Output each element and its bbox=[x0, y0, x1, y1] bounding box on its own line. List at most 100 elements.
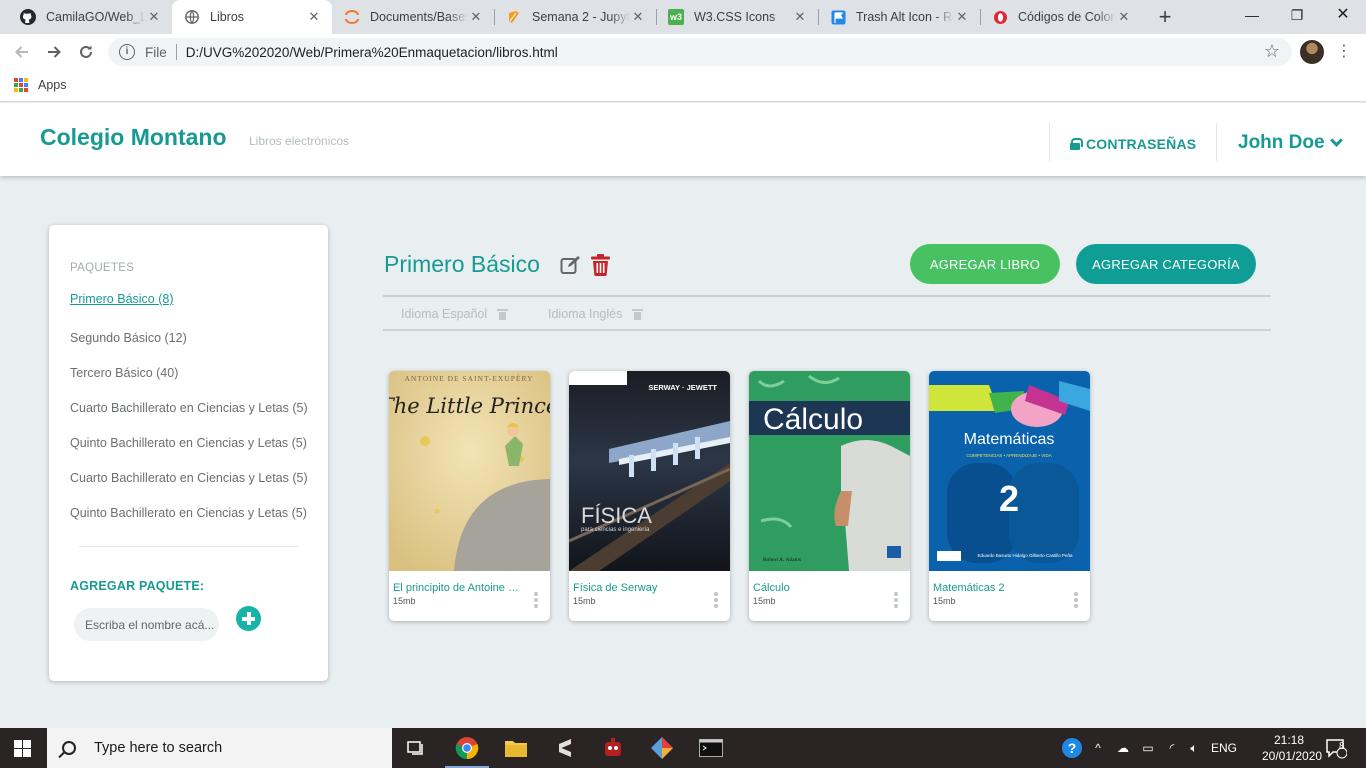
profile-avatar[interactable] bbox=[1300, 40, 1324, 64]
info-icon[interactable]: i bbox=[119, 44, 135, 60]
book-card[interactable]: ANTOINE DE SAINT-EXUPÉRY The Little Prin… bbox=[389, 371, 550, 621]
notification-count: 8 bbox=[1339, 741, 1345, 752]
add-package-plus-icon[interactable] bbox=[236, 606, 261, 631]
book-cover-little-prince[interactable]: ANTOINE DE SAINT-EXUPÉRY The Little Prin… bbox=[389, 371, 550, 571]
browser-tab-colores[interactable]: Códigos de Colore ✕ bbox=[980, 0, 1142, 34]
clock-time: 21:18 bbox=[1273, 733, 1305, 747]
sublime-text-icon[interactable] bbox=[551, 734, 579, 762]
cover-author: SERWAY · JEWETT bbox=[648, 383, 717, 392]
search-icon bbox=[62, 741, 76, 755]
passwords-link[interactable]: CONTRASEÑAS bbox=[1070, 136, 1196, 152]
battery-icon[interactable]: ▭ bbox=[1138, 728, 1158, 768]
category-label: Idioma Español bbox=[401, 307, 488, 321]
browser-tab-semana2[interactable]: Semana 2 - Jupyter ✕ bbox=[494, 0, 656, 34]
notebook-icon bbox=[506, 9, 522, 25]
user-name: John Doe bbox=[1238, 132, 1325, 153]
close-window-button[interactable]: ✕ bbox=[1320, 0, 1366, 30]
package-name-input[interactable] bbox=[74, 608, 219, 641]
chrome-icon[interactable] bbox=[445, 734, 489, 768]
sidebar-item-segundo[interactable]: Segundo Básico (12) bbox=[70, 331, 187, 345]
file-explorer-icon[interactable] bbox=[502, 734, 530, 762]
close-tab-icon[interactable]: ✕ bbox=[792, 9, 808, 25]
browser-menu-icon[interactable]: ⋮ bbox=[1336, 42, 1352, 62]
fontawesome-flag-icon bbox=[830, 9, 846, 25]
book-cover-matematicas[interactable]: Matemáticas COMPETENCIAS • APRENDIZAJE •… bbox=[929, 371, 1090, 571]
back-button[interactable] bbox=[10, 40, 34, 64]
help-icon[interactable]: ? bbox=[1060, 728, 1084, 768]
book-options-icon[interactable] bbox=[714, 592, 718, 608]
add-book-button[interactable]: AGREGAR LIBRO bbox=[910, 244, 1060, 284]
browser-tab-libros[interactable]: Libros ✕ bbox=[172, 0, 332, 34]
close-tab-icon[interactable]: ✕ bbox=[146, 9, 162, 25]
wifi-icon[interactable]: ◜ bbox=[1162, 728, 1182, 768]
sidebar-item-cuarto-2[interactable]: Cuarto Bachillerato en Ciencias y Letas … bbox=[70, 471, 308, 485]
trash-icon[interactable] bbox=[497, 308, 509, 320]
book-title[interactable]: El principito de Antoine de Saint-Exupér… bbox=[393, 582, 523, 594]
browser-tab-trash-icon[interactable]: Trash Alt Icon - Re ✕ bbox=[818, 0, 980, 34]
brand-logo[interactable]: Colegio Montano bbox=[40, 124, 227, 151]
bookmark-star-icon[interactable]: ☆ bbox=[1264, 41, 1280, 62]
terminal-icon[interactable] bbox=[697, 734, 725, 762]
tab-title: Libros bbox=[210, 10, 245, 24]
category-tab-espanol[interactable]: Idioma Español bbox=[401, 307, 509, 321]
book-title[interactable]: Física de Serway bbox=[573, 582, 703, 594]
minimize-button[interactable]: — bbox=[1229, 0, 1275, 30]
tab-title: Trash Alt Icon - Re bbox=[856, 10, 954, 24]
book-options-icon[interactable] bbox=[534, 592, 538, 608]
close-tab-icon[interactable]: ✕ bbox=[306, 9, 322, 25]
edit-icon[interactable] bbox=[560, 255, 582, 275]
git-tool-icon[interactable] bbox=[648, 734, 676, 762]
sidebar-item-cuarto[interactable]: Cuarto Bachillerato en Ciencias y Letas … bbox=[70, 401, 308, 415]
close-tab-icon[interactable]: ✕ bbox=[954, 9, 970, 25]
delete-trash-icon[interactable] bbox=[591, 254, 610, 276]
apps-bookmark[interactable]: Apps bbox=[38, 78, 67, 92]
category-bar-top-border bbox=[383, 295, 1271, 297]
taskbar-search[interactable]: Type here to search bbox=[47, 728, 392, 768]
category-tab-ingles[interactable]: Idioma Inglés bbox=[548, 307, 644, 321]
trash-icon[interactable] bbox=[632, 308, 644, 320]
book-title[interactable]: Cálculo bbox=[753, 582, 883, 594]
book-options-icon[interactable] bbox=[1074, 592, 1078, 608]
sidebar-item-quinto[interactable]: Quinto Bachillerato en Ciencias y Letas … bbox=[70, 436, 307, 450]
sidebar-item-tercero[interactable]: Tercero Básico (40) bbox=[70, 366, 178, 380]
windows-start-icon[interactable] bbox=[14, 740, 32, 757]
task-view-icon[interactable] bbox=[403, 734, 431, 762]
cover-subtitle: para ciencias e ingeniería bbox=[581, 527, 650, 533]
globe-icon bbox=[184, 9, 200, 25]
taskbar-search-placeholder: Type here to search bbox=[94, 740, 223, 756]
restore-button[interactable]: ❐ bbox=[1274, 0, 1320, 30]
language-indicator[interactable]: ENG bbox=[1206, 728, 1242, 768]
sidebar-item-primero[interactable]: Primero Básico (8) bbox=[70, 292, 174, 306]
book-cover-calculo[interactable]: Cálculo Robert A. Adams bbox=[749, 371, 910, 571]
user-menu[interactable]: John Doe bbox=[1238, 132, 1343, 154]
system-clock[interactable]: 21:18 20/01/2020 bbox=[1262, 732, 1322, 764]
new-tab-button[interactable]: + bbox=[1154, 6, 1176, 28]
sidebar-item-quinto-2[interactable]: Quinto Bachillerato en Ciencias y Letas … bbox=[70, 506, 307, 520]
volume-icon[interactable]: 🔈︎ bbox=[1184, 728, 1204, 768]
browser-tab-w3css[interactable]: w3 W3.CSS Icons ✕ bbox=[656, 0, 818, 34]
browser-tab-jupyter[interactable]: Documents/Bases ✕ bbox=[332, 0, 494, 34]
onedrive-cloud-icon[interactable]: ☁ bbox=[1112, 728, 1134, 768]
add-category-button[interactable]: AGREGAR CATEGORÍA bbox=[1076, 244, 1256, 284]
apps-grid-icon[interactable] bbox=[14, 78, 28, 92]
chevron-up-icon[interactable]: ^ bbox=[1090, 728, 1106, 768]
tab-title: Códigos de Colore bbox=[1018, 10, 1116, 24]
book-options-icon[interactable] bbox=[894, 592, 898, 608]
book-card[interactable]: Matemáticas COMPETENCIAS • APRENDIZAJE •… bbox=[929, 371, 1090, 621]
cover-title: Matemáticas bbox=[964, 431, 1055, 448]
close-tab-icon[interactable]: ✕ bbox=[630, 9, 646, 25]
forward-button[interactable] bbox=[42, 40, 66, 64]
browser-tab-github[interactable]: CamilaGO/Web_Li ✕ bbox=[8, 0, 172, 34]
book-card[interactable]: Cálculo Robert A. Adams Cálculo 15mb bbox=[749, 371, 910, 621]
close-tab-icon[interactable]: ✕ bbox=[468, 9, 484, 25]
book-title[interactable]: Matemáticas 2 bbox=[933, 582, 1063, 594]
book-cover-fisica[interactable]: SERWAY · JEWETT FÍSICA para ciencias e i… bbox=[569, 371, 730, 571]
book-card[interactable]: SERWAY · JEWETT FÍSICA para ciencias e i… bbox=[569, 371, 730, 621]
notification-center-icon[interactable]: 8 bbox=[1322, 728, 1350, 768]
address-bar[interactable]: i File D:/UVG%202020/Web/Primera%20Enmaq… bbox=[108, 38, 1292, 66]
robot-app-icon[interactable] bbox=[599, 734, 627, 762]
reload-button[interactable] bbox=[74, 40, 98, 64]
close-tab-icon[interactable]: ✕ bbox=[1116, 9, 1132, 25]
category-label: Idioma Inglés bbox=[548, 307, 623, 321]
chevron-down-icon bbox=[1329, 134, 1343, 147]
